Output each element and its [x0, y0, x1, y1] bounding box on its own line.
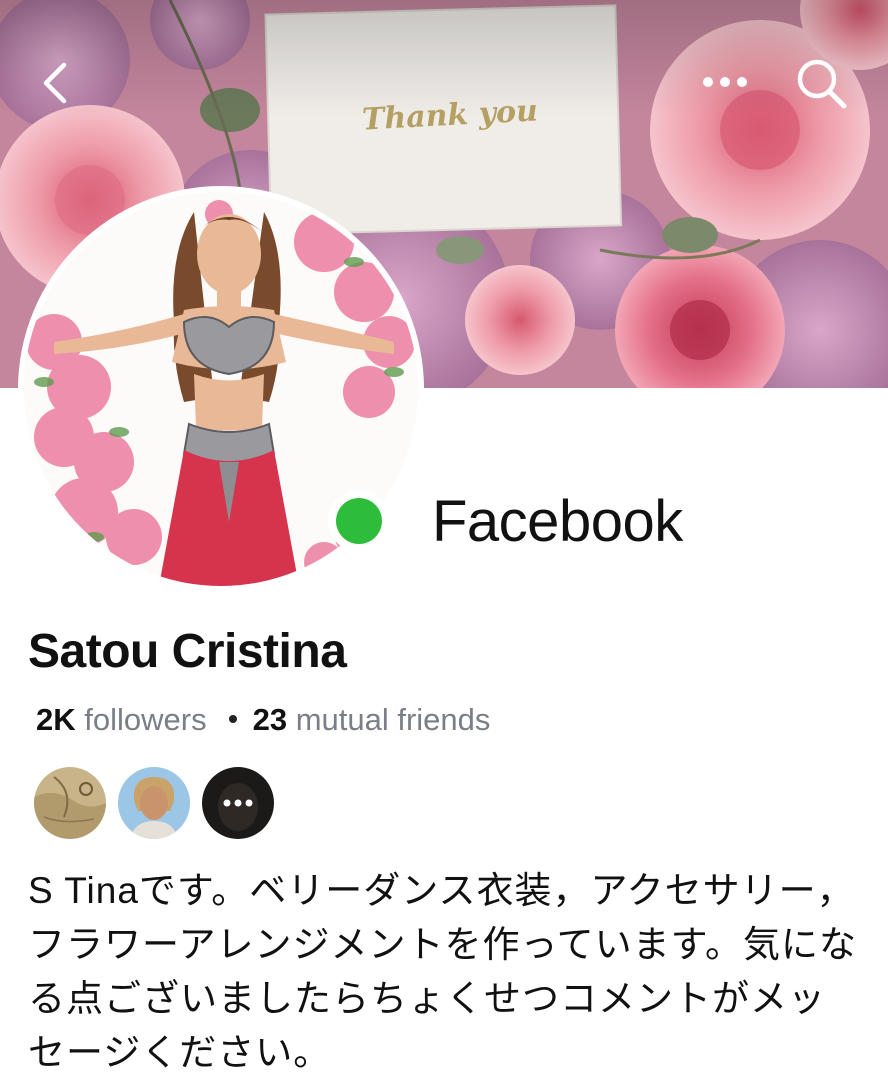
mutual-label: mutual friends: [295, 702, 491, 737]
mutual-friend-avatar[interactable]: [118, 767, 190, 839]
followers-count: 2K: [36, 702, 76, 737]
followers-label: followers: [84, 702, 207, 737]
platform-label: Facebook: [432, 489, 683, 554]
separator-dot: [228, 714, 237, 723]
mutual-count: 23: [252, 702, 288, 737]
more-mutual-friends-button[interactable]: [202, 767, 274, 839]
online-status-indicator: [328, 490, 390, 552]
online-dot: [336, 498, 382, 544]
mutual-friends-link[interactable]: 23 mutual friends: [253, 702, 491, 737]
profile-stats: 2K followers 23 mutual friends: [36, 700, 490, 740]
profile-name: Satou Cristina: [28, 625, 347, 678]
back-button[interactable]: [30, 58, 80, 108]
chevron-left-icon: [43, 62, 67, 104]
person-avatar-image: [118, 767, 190, 839]
mutual-friend-avatar[interactable]: [34, 767, 106, 839]
map-avatar-image: [34, 767, 106, 839]
more-options-button[interactable]: [698, 62, 752, 102]
search-button[interactable]: [794, 56, 850, 112]
profile-bio: S Tinaです。ベリーダンス衣装，アクセサリー，フラワーアレンジメントを作って…: [28, 870, 857, 1073]
more-horizontal-icon: [703, 77, 747, 87]
search-icon: [797, 59, 847, 109]
followers-link[interactable]: 2K followers: [36, 702, 207, 737]
more-horizontal-icon: [202, 767, 274, 839]
